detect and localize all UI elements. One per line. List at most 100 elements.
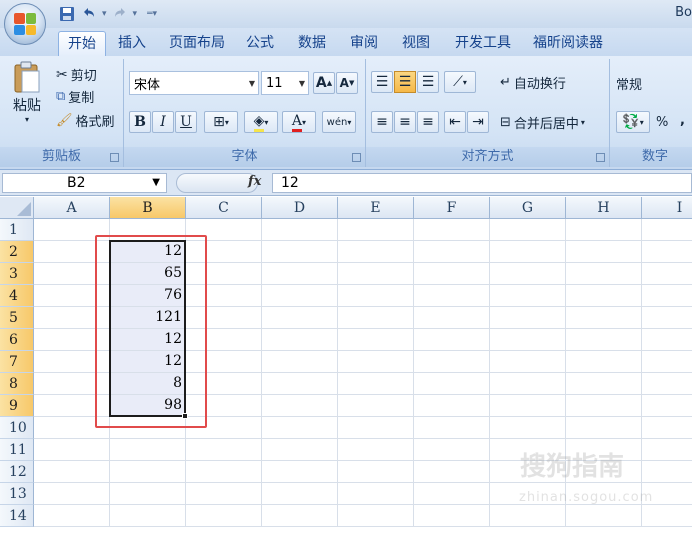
cell-h1[interactable] (566, 219, 642, 241)
column-header-g[interactable]: G (490, 197, 566, 219)
tab-insert[interactable]: 插入 (112, 31, 152, 56)
grow-font-button[interactable]: A ▲ (313, 72, 335, 94)
cell-h8[interactable] (566, 373, 642, 395)
align-center-button[interactable]: ≡ (394, 111, 416, 133)
cell-h14[interactable] (566, 505, 642, 527)
cell-e9[interactable] (338, 395, 414, 417)
cell-f14[interactable] (414, 505, 490, 527)
formula-expand-handle[interactable] (176, 173, 258, 193)
row-header-8[interactable]: 8 (0, 373, 34, 395)
cell-f5[interactable] (414, 307, 490, 329)
row-header-1[interactable]: 1 (0, 219, 34, 241)
borders-button[interactable]: ⊞ ▾ (204, 111, 238, 133)
font-name-dropdown-icon[interactable]: ▼ (249, 79, 255, 88)
cell-g4[interactable] (490, 285, 566, 307)
column-header-b[interactable]: B (110, 197, 186, 219)
cell-f1[interactable] (414, 219, 490, 241)
font-name-combo[interactable]: 宋体 ▼ (129, 71, 259, 95)
column-header-f[interactable]: F (414, 197, 490, 219)
cell-i7[interactable] (642, 351, 692, 373)
cell-i8[interactable] (642, 373, 692, 395)
cell-d5[interactable] (262, 307, 338, 329)
column-header-c[interactable]: C (186, 197, 262, 219)
cell-h6[interactable] (566, 329, 642, 351)
align-right-button[interactable]: ≡ (417, 111, 439, 133)
cell-d9[interactable] (262, 395, 338, 417)
cut-button[interactable]: ✂ 剪切 (56, 65, 97, 85)
cell-h4[interactable] (566, 285, 642, 307)
cell-b12[interactable] (110, 461, 186, 483)
accounting-format-button[interactable]: 💱 ▾ (616, 111, 650, 133)
cell-g1[interactable] (490, 219, 566, 241)
cell-h7[interactable] (566, 351, 642, 373)
save-icon[interactable] (58, 5, 76, 23)
align-top-button[interactable]: ☰ (371, 71, 393, 93)
column-header-a[interactable]: A (34, 197, 110, 219)
merge-center-button[interactable]: ⊟ 合并后居中 ▾ (500, 113, 585, 132)
office-button[interactable] (4, 3, 46, 45)
clipboard-launcher-icon[interactable] (110, 153, 119, 162)
cell-i1[interactable] (642, 219, 692, 241)
column-header-e[interactable]: E (338, 197, 414, 219)
cell-f4[interactable] (414, 285, 490, 307)
tab-formulas[interactable]: 公式 (240, 31, 280, 56)
orientation-button[interactable]: ⟋ ▾ (444, 71, 476, 93)
cell-d12[interactable] (262, 461, 338, 483)
cell-e6[interactable] (338, 329, 414, 351)
cell-c13[interactable] (186, 483, 262, 505)
cell-i10[interactable] (642, 417, 692, 439)
cell-g9[interactable] (490, 395, 566, 417)
cell-b11[interactable] (110, 439, 186, 461)
shrink-font-button[interactable]: A ▼ (336, 72, 358, 94)
increase-indent-button[interactable]: ⇥ (467, 111, 489, 133)
cell-f10[interactable] (414, 417, 490, 439)
align-middle-button[interactable]: ☰ (394, 71, 416, 93)
italic-button[interactable]: I (152, 111, 174, 133)
cell-f6[interactable] (414, 329, 490, 351)
cell-g8[interactable] (490, 373, 566, 395)
cell-h10[interactable] (566, 417, 642, 439)
bold-button[interactable]: B (129, 111, 151, 133)
tab-home[interactable]: 开始 (58, 31, 106, 56)
number-format-combo[interactable]: 常规 (616, 74, 642, 93)
row-header-10[interactable]: 10 (0, 417, 34, 439)
tab-data[interactable]: 数据 (292, 31, 332, 56)
cell-f12[interactable] (414, 461, 490, 483)
cell-c11[interactable] (186, 439, 262, 461)
cell-g10[interactable] (490, 417, 566, 439)
cell-i4[interactable] (642, 285, 692, 307)
cell-d3[interactable] (262, 263, 338, 285)
cell-f9[interactable] (414, 395, 490, 417)
cell-d13[interactable] (262, 483, 338, 505)
cell-a14[interactable] (34, 505, 110, 527)
cell-f13[interactable] (414, 483, 490, 505)
format-painter-button[interactable]: 🖌 格式刷 (56, 111, 115, 130)
comma-button[interactable]: , (680, 113, 685, 128)
cell-h5[interactable] (566, 307, 642, 329)
cell-g6[interactable] (490, 329, 566, 351)
cell-i11[interactable] (642, 439, 692, 461)
tab-review[interactable]: 审阅 (344, 31, 384, 56)
cell-a11[interactable] (34, 439, 110, 461)
cell-e4[interactable] (338, 285, 414, 307)
cell-e13[interactable] (338, 483, 414, 505)
cell-i9[interactable] (642, 395, 692, 417)
column-header-i[interactable]: I (642, 197, 692, 219)
undo-dropdown-icon[interactable]: ▾ (102, 9, 107, 19)
cell-i2[interactable] (642, 241, 692, 263)
cell-f3[interactable] (414, 263, 490, 285)
cell-d4[interactable] (262, 285, 338, 307)
cell-b13[interactable] (110, 483, 186, 505)
font-color-button[interactable]: A ▾ (282, 111, 316, 133)
row-header-5[interactable]: 5 (0, 307, 34, 329)
column-header-d[interactable]: D (262, 197, 338, 219)
tab-foxit-reader[interactable]: 福昕阅读器 (528, 31, 608, 56)
cell-d8[interactable] (262, 373, 338, 395)
cell-d6[interactable] (262, 329, 338, 351)
wrap-text-button[interactable]: ↵ 自动换行 (500, 73, 566, 92)
cell-e12[interactable] (338, 461, 414, 483)
insert-function-icon[interactable]: fx (248, 174, 261, 189)
cell-g3[interactable] (490, 263, 566, 285)
cell-e2[interactable] (338, 241, 414, 263)
cell-e3[interactable] (338, 263, 414, 285)
